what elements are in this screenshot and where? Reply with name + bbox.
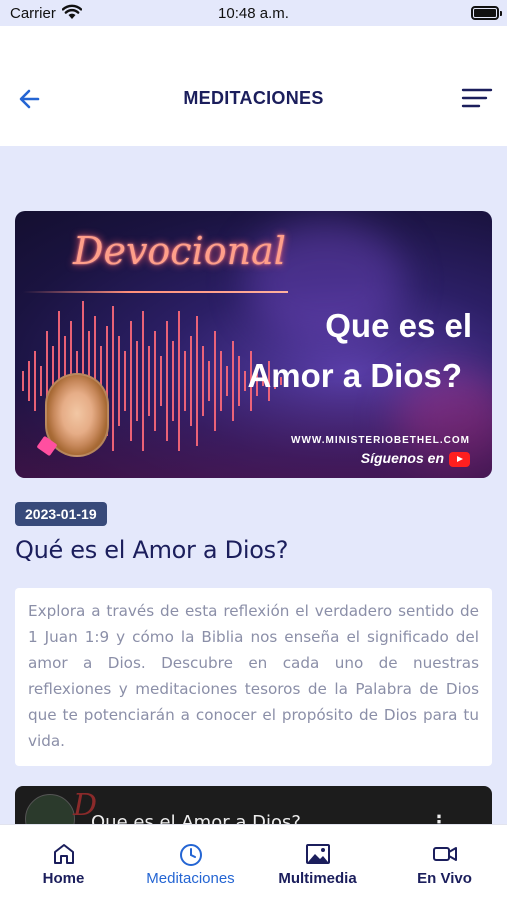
page-title: MEDITACIONES [183,88,324,108]
tab-multimedia[interactable]: Multimedia [254,825,381,900]
channel-avatar [25,794,75,824]
status-bar: Carrier 10:48 a.m. [0,0,507,26]
tab-label-meditaciones: Meditaciones [146,870,235,887]
header: MEDITACIONES [0,26,507,146]
article-description: Explora a través de esta reflexión el ve… [28,602,479,750]
image-icon [305,844,330,864]
tab-label-home: Home [42,870,85,887]
devotional-banner[interactable]: Devocional Que es el Amor a Dios? WWW.MI… [15,211,492,478]
more-options-icon[interactable]: ⋮ [430,812,448,824]
banner-follow-text: Síguenos en [360,450,444,466]
banner-title-line2: Amor a Dios? [247,357,462,394]
tab-home[interactable]: Home [0,825,127,900]
article-title: Qué es el Amor a Dios? [15,536,289,564]
banner-url: WWW.MINISTERIOBETHEL.COM [291,435,470,446]
description-card: Explora a través de esta reflexión el ve… [15,588,492,766]
tab-bar: Home Meditaciones Multimedia En Vivo [0,824,507,900]
youtube-icon [449,452,470,467]
home-icon [53,844,74,864]
menu-icon[interactable] [461,86,493,112]
status-time: 10:48 a.m. [218,5,289,22]
tab-label-en-vivo: En Vivo [417,870,472,887]
tab-meditaciones[interactable]: Meditaciones [127,825,254,900]
video-title: Que es el Amor a Dios? [91,812,301,824]
banner-title-line1: Que es el [325,307,472,344]
video-player[interactable]: D Que es el Amor a Dios? ⋮ [15,786,492,824]
date-badge: 2023-01-19 [15,502,107,526]
tab-label-multimedia: Multimedia [278,870,357,887]
clock-icon [179,844,202,866]
content-scroll[interactable]: Devocional Que es el Amor a Dios? WWW.MI… [0,146,507,824]
battery-icon [471,6,502,20]
tab-en-vivo[interactable]: En Vivo [381,825,507,900]
video-camera-icon [432,847,457,861]
banner-script-text: Devocional [73,229,286,273]
